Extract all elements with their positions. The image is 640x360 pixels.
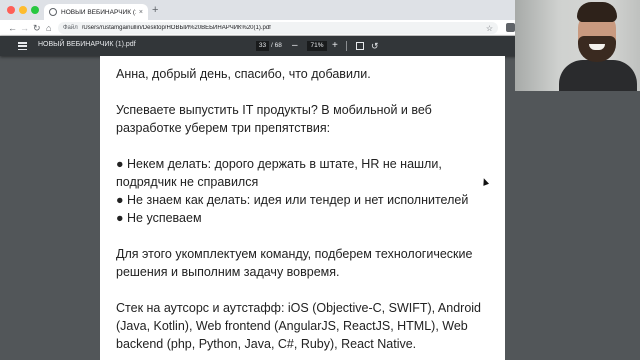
- text-line: Стек на аутсорс и аутстафф: iOS (Objecti…: [116, 301, 481, 315]
- forward-arrow-icon[interactable]: →: [20, 22, 29, 34]
- text-line: (Java, Kotlin), Web frontend (AngularJS,…: [116, 319, 468, 333]
- home-icon[interactable]: ⌂: [46, 22, 51, 34]
- bookmark-star-icon[interactable]: ☆: [486, 24, 493, 33]
- bullet-item: ● Не знаем как делать: идея или тендер и…: [116, 193, 469, 207]
- maximize-window-button[interactable]: [31, 6, 39, 14]
- new-tab-button[interactable]: +: [152, 4, 158, 16]
- webcam-overlay: [515, 0, 640, 91]
- site-info-chip[interactable]: Файл: [63, 25, 78, 31]
- text-line: разработке уберем три препятствия:: [116, 121, 331, 135]
- address-input[interactable]: Файл /Users/rustamgainullin/Desktop/НОВЫ…: [58, 22, 498, 34]
- browser-tab[interactable]: НОВЫЙ ВЕБИНАРЧИК (1).pdf ×: [44, 4, 148, 20]
- document-text: Анна, добрый день, спасибо, что добавили…: [116, 65, 496, 360]
- presenter-shirt: [559, 60, 637, 91]
- page-number-input[interactable]: 33: [256, 41, 269, 51]
- pdf-page: Анна, добрый день, спасибо, что добавили…: [100, 56, 505, 360]
- paragraph-intro: Успеваете выпустить IT продукты? В мобил…: [116, 101, 496, 137]
- back-arrow-icon[interactable]: ←: [8, 22, 17, 34]
- text-line: Успеваете выпустить IT продукты? В мобил…: [116, 103, 432, 117]
- zoom-in-button[interactable]: +: [332, 39, 338, 52]
- zoom-out-button[interactable]: –: [292, 39, 298, 52]
- paragraph-solution: Для этого укомплектуем команду, подберем…: [116, 245, 496, 281]
- zoom-level-input[interactable]: 71%: [307, 41, 327, 51]
- extension-icon[interactable]: [506, 23, 515, 32]
- bullet-item: ● Некем делать: дорого держать в штате, …: [116, 157, 442, 171]
- page-total: / 68: [271, 42, 282, 49]
- text-line: Анна, добрый день, спасибо, что добавили…: [116, 67, 371, 81]
- menu-icon[interactable]: [18, 42, 27, 51]
- tab-title: НОВЫЙ ВЕБИНАРЧИК (1).pdf: [61, 8, 136, 16]
- rotate-icon[interactable]: ↺: [371, 40, 379, 52]
- bullet-item-continued: подрядчик не справился: [116, 175, 259, 189]
- text-line: backend (php, Python, Java, C#, Ruby), R…: [116, 337, 417, 351]
- bullet-item: ● Не успеваем: [116, 211, 202, 225]
- paragraph-greeting: Анна, добрый день, спасибо, что добавили…: [116, 65, 496, 83]
- pdf-file-title: НОВЫЙ ВЕБИНАРЧИК (1).pdf: [38, 41, 136, 48]
- presenter-hair: [577, 2, 617, 22]
- text-line: решения и выполним задачу вовремя.: [116, 265, 340, 279]
- paragraph-stack: Стек на аутсорс и аутстафф: iOS (Objecti…: [116, 299, 496, 353]
- text-line: Для этого укомплектуем команду, подберем…: [116, 247, 473, 261]
- url-text: /Users/rustamgainullin/Desktop/НОВЫЙ%20В…: [81, 25, 271, 31]
- reload-icon[interactable]: ↻: [33, 22, 41, 34]
- minimize-window-button[interactable]: [19, 6, 27, 14]
- paragraph-bullets: ● Некем делать: дорого держать в штате, …: [116, 155, 496, 227]
- globe-icon: [49, 8, 57, 16]
- toolbar-divider: [346, 41, 347, 51]
- fit-page-icon[interactable]: [356, 42, 364, 50]
- close-window-button[interactable]: [7, 6, 15, 14]
- tab-close-icon[interactable]: ×: [139, 9, 143, 16]
